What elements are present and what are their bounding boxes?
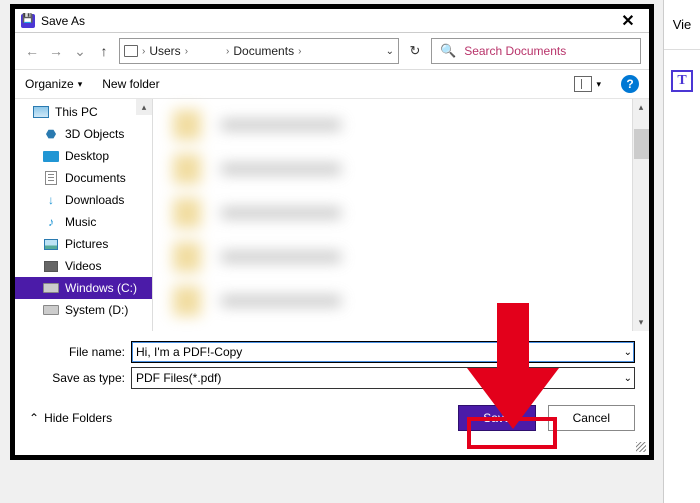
drive-icon — [43, 283, 59, 293]
pictures-icon — [44, 239, 58, 250]
chevron-up-icon: ⌃ — [29, 411, 39, 425]
background-app: Vie T — [663, 0, 700, 503]
tree-item-documents[interactable]: Documents — [15, 167, 152, 189]
filename-input[interactable]: Hi, I'm a PDF!-Copy ⌄ — [131, 341, 635, 363]
nav-row: ← → ⌄ ↑ › Users › › Documents › ⌄ ↻ 🔍 Se… — [15, 33, 649, 69]
dialog-footer: ⌃ Hide Folders Save Cancel — [15, 395, 649, 441]
tree-item-c-drive[interactable]: Windows (C:) — [15, 277, 152, 299]
saveastype-select[interactable]: PDF Files(*.pdf) ⌄ — [131, 367, 635, 389]
tree-item-videos[interactable]: Videos — [15, 255, 152, 277]
dialog-body: ▴ This PC ⬣3D Objects Desktop Documents … — [15, 99, 649, 331]
organize-menu[interactable]: Organize ▾ — [25, 77, 82, 91]
hide-folders-button[interactable]: ⌃ Hide Folders — [29, 411, 112, 425]
forward-button: → — [47, 42, 65, 60]
search-placeholder: Search Documents — [464, 44, 566, 58]
caret-down-icon: ▾ — [78, 79, 83, 90]
document-icon — [45, 171, 57, 185]
tree-scroll-up-button[interactable]: ▴ — [136, 99, 152, 115]
resize-grip[interactable] — [636, 442, 646, 452]
save-as-dialog: Save As ✕ ← → ⌄ ↑ › Users › › Documents … — [10, 4, 654, 460]
up-button[interactable]: ↑ — [95, 42, 113, 60]
titlebar: Save As ✕ — [15, 9, 649, 33]
saveastype-label: Save as type: — [29, 371, 125, 385]
scroll-down-button[interactable]: ▾ — [633, 314, 649, 331]
breadcrumb-documents[interactable]: Documents — [233, 44, 294, 58]
pc-icon — [33, 106, 49, 118]
back-button[interactable]: ← — [23, 42, 41, 60]
desktop-icon — [43, 151, 59, 162]
pc-icon — [124, 45, 138, 57]
drive-icon — [43, 305, 59, 315]
save-button[interactable]: Save — [458, 405, 535, 431]
file-list-scrollbar[interactable]: ▴ ▾ — [632, 99, 649, 331]
breadcrumb-chevron-icon[interactable]: › — [185, 46, 188, 57]
recent-locations-button[interactable]: ⌄ — [71, 42, 89, 60]
scroll-up-button[interactable]: ▴ — [633, 99, 649, 116]
cube-icon: ⬣ — [43, 127, 59, 141]
ribbon-tab-view[interactable]: Vie — [664, 0, 700, 50]
tree-item-this-pc[interactable]: This PC — [15, 101, 152, 123]
view-options-button[interactable]: ▾ — [574, 76, 601, 92]
filename-label: File name: — [29, 345, 125, 359]
download-icon: ↓ — [43, 193, 59, 207]
file-list-blurred — [173, 103, 625, 327]
search-box[interactable]: 🔍 Search Documents — [431, 38, 641, 64]
new-folder-button[interactable]: New folder — [102, 77, 159, 91]
search-icon: 🔍 — [440, 43, 456, 59]
caret-down-icon: ▾ — [596, 79, 601, 90]
caret-down-icon[interactable]: ⌄ — [624, 373, 632, 384]
close-button[interactable]: ✕ — [613, 11, 643, 31]
cancel-button[interactable]: Cancel — [548, 405, 635, 431]
refresh-button[interactable]: ↻ — [405, 42, 425, 60]
breadcrumb-chevron-icon[interactable]: › — [142, 46, 145, 57]
tree-item-pictures[interactable]: Pictures — [15, 233, 152, 255]
address-dropdown-icon[interactable]: ⌄ — [386, 46, 394, 57]
view-icon — [574, 76, 592, 92]
breadcrumb-chevron-icon[interactable]: › — [298, 46, 301, 57]
tree-item-music[interactable]: ♪Music — [15, 211, 152, 233]
breadcrumb-users[interactable]: Users — [149, 44, 180, 58]
toolbar: Organize ▾ New folder ▾ ? — [15, 69, 649, 99]
help-button[interactable]: ? — [621, 75, 639, 93]
tree-item-desktop[interactable]: Desktop — [15, 145, 152, 167]
fields-panel: File name: Hi, I'm a PDF!-Copy ⌄ Save as… — [15, 331, 649, 395]
tree-item-downloads[interactable]: ↓Downloads — [15, 189, 152, 211]
folder-tree[interactable]: ▴ This PC ⬣3D Objects Desktop Documents … — [15, 99, 153, 331]
breadcrumb-chevron-icon[interactable]: › — [226, 46, 229, 57]
file-list[interactable]: ▴ ▾ — [153, 99, 649, 331]
videos-icon — [44, 261, 58, 272]
music-icon: ♪ — [43, 215, 59, 229]
scroll-thumb[interactable] — [634, 129, 649, 159]
tree-item-d-drive[interactable]: System (D:) — [15, 299, 152, 321]
caret-down-icon[interactable]: ⌄ — [624, 347, 632, 358]
app-icon — [21, 14, 35, 28]
address-bar[interactable]: › Users › › Documents › ⌄ — [119, 38, 399, 64]
tree-item-3d-objects[interactable]: ⬣3D Objects — [15, 123, 152, 145]
dialog-title: Save As — [41, 14, 613, 28]
text-tool-icon[interactable]: T — [671, 70, 693, 92]
